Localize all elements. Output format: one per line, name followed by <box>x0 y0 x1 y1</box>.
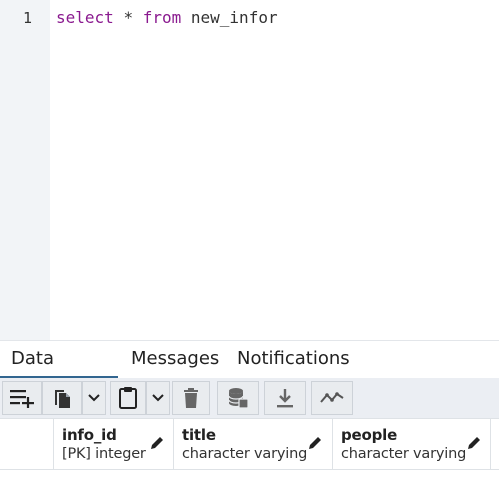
column-name: title <box>182 426 216 444</box>
edit-icon[interactable] <box>467 436 481 450</box>
row-number-header <box>0 419 54 470</box>
paste-icon <box>119 387 137 409</box>
editor-gutter: 1 <box>0 0 50 340</box>
download-button[interactable] <box>264 381 306 415</box>
results-tabs: Data Output Messages Notifications <box>0 340 499 405</box>
chevron-down-icon <box>152 394 164 402</box>
column-type: character varying <box>182 446 308 462</box>
results-toolbar <box>0 378 499 419</box>
edit-icon[interactable] <box>150 436 164 450</box>
results-grid: info_id [PK] integer title character var… <box>0 419 499 478</box>
save-data-icon <box>228 388 249 409</box>
edit-icon[interactable] <box>308 436 322 450</box>
copy-options-button[interactable] <box>82 381 106 415</box>
tab-notifications[interactable]: Notifications <box>237 341 350 379</box>
tab-messages[interactable]: Messages <box>131 341 219 379</box>
download-icon <box>277 389 293 408</box>
graph-visualiser-icon <box>320 392 344 403</box>
tab-data-output[interactable]: Data Output <box>0 341 118 405</box>
chevron-down-icon <box>88 394 100 402</box>
column-header-people[interactable]: people character varying <box>333 419 491 470</box>
add-row-icon <box>10 390 34 408</box>
operator-star: * <box>123 8 134 27</box>
grid-header-row: info_id [PK] integer title character var… <box>0 419 499 470</box>
code-line[interactable]: select * from new_infor <box>56 8 278 28</box>
delete-button[interactable] <box>172 381 210 415</box>
column-name: info_id <box>62 426 117 444</box>
keyword-from: from <box>142 8 182 27</box>
add-row-button[interactable] <box>2 381 42 415</box>
graph-visualiser-button[interactable] <box>311 381 353 415</box>
line-number: 1 <box>22 9 32 27</box>
copy-button[interactable] <box>42 381 82 415</box>
copy-icon <box>55 390 70 408</box>
column-type: [PK] integer <box>62 446 146 462</box>
paste-button[interactable] <box>110 381 146 415</box>
column-header-info-id[interactable]: info_id [PK] integer <box>54 419 174 470</box>
save-data-button[interactable] <box>217 381 259 415</box>
column-name: people <box>341 426 398 444</box>
delete-icon <box>184 388 198 408</box>
column-header-title[interactable]: title character varying <box>174 419 333 470</box>
paste-options-button[interactable] <box>146 381 170 415</box>
query-editor[interactable]: 1 select * from new_infor <box>0 0 499 340</box>
column-type: character varying <box>341 446 467 462</box>
keyword-select: select <box>56 8 114 27</box>
table-identifier: new_infor <box>190 8 278 27</box>
